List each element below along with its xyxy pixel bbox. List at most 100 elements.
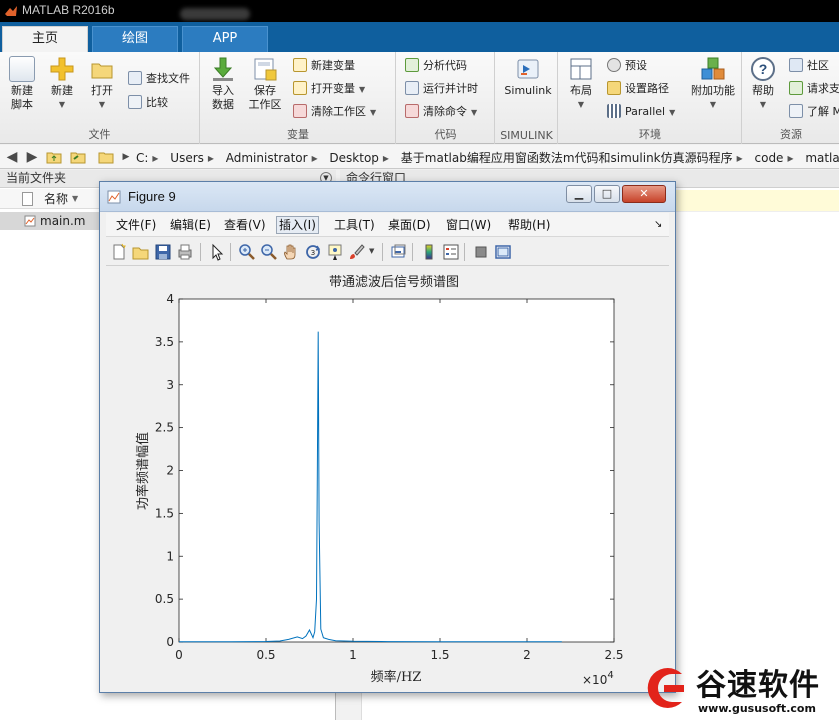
chevron-down-icon: ▼ [98,100,106,109]
x-tick-label: 2 [523,648,531,662]
open-variable-button[interactable]: 打开变量 ▼ [293,80,365,98]
close-button[interactable]: ✕ [622,185,666,203]
figure-title-bar[interactable]: Figure 9 ▁ □ ✕ [100,182,675,212]
y-tick-label: 2 [166,464,174,478]
y-axis-label: 功率频谱幅值 [135,432,151,510]
addons-button[interactable]: 附加功能 ▼ [687,56,739,112]
figure-menu-bar: 文件(F) 编辑(E) 查看(V) 插入(I) 工具(T) 桌面(D) 窗口(W… [106,213,669,237]
simulink-button[interactable]: Simulink [500,56,556,98]
rotate-3d-icon[interactable]: 3 [304,243,322,261]
open-file-icon[interactable] [132,243,150,261]
menu-tools[interactable]: 工具(T) [332,217,377,235]
ribbon-section-code: 分析代码 运行并计时 清除命令 ▼ 代码 [397,52,495,144]
file-type-icon [22,192,33,206]
run-and-time-button[interactable]: 运行并计时 [405,80,478,98]
section-label-environment: 环境 [639,128,661,141]
matlab-logo-icon [5,6,17,16]
spectrum-chart[interactable]: 带通滤波后信号频谱图 0 0.5 1 1.5 2 2.5 0 0.5 1 1.5 2 2.5 3 3.5… [106,268,669,688]
menu-view[interactable]: 查看(V) [222,217,268,235]
watermark-url: www.gususoft.com [698,702,816,715]
brush-dropdown-chevron-icon[interactable]: ▼ [369,247,374,255]
hide-plot-tools-icon[interactable] [472,243,490,261]
ribbon-section-environment: 布局 ▼ 预设 设置路径 Parallel ▼ 附加功能 ▼ 环境 [559,52,742,144]
pointer-arrow-icon[interactable] [208,243,226,261]
tab-apps[interactable]: APP [182,26,268,52]
brush-icon[interactable] [348,243,366,261]
figure-plot-area[interactable]: 带通滤波后信号频谱图 0 0.5 1 1.5 2 2.5 0 0.5 1 1.5 2 2.5 3 3.5… [106,268,669,688]
layout-icon [568,56,594,82]
new-button[interactable]: 新建 ▼ [42,56,82,112]
browse-folder-icon[interactable] [70,149,86,165]
print-icon[interactable] [176,243,194,261]
learn-matlab-button[interactable]: 了解 M [789,103,839,121]
menu-edit[interactable]: 编辑(E) [168,217,213,235]
preferences-button[interactable]: 预设 [607,57,647,75]
analyze-code-button[interactable]: 分析代码 [405,57,467,75]
find-files-button[interactable]: 查找文件 [128,70,190,88]
title-bar-blurred-region [180,8,250,20]
breadcrumb-item[interactable]: Desktop [329,151,379,165]
pan-hand-icon[interactable] [282,243,300,261]
simulink-icon [515,56,541,82]
menu-file[interactable]: 文件(F) [114,217,158,235]
show-plot-tools-icon[interactable] [494,243,512,261]
menubar-overflow-icon[interactable]: ↘ [652,217,664,235]
breadcrumb-item[interactable]: Administrator [226,151,308,165]
tab-plots[interactable]: 绘图 [92,26,178,52]
chevron-down-icon: ▼ [370,108,377,117]
zoom-in-icon[interactable] [238,243,256,261]
menu-insert[interactable]: 插入(I) [276,216,319,234]
community-button[interactable]: 社区 [789,57,829,75]
breadcrumb-separator-icon: ▸ [311,151,318,165]
new-script-button[interactable]: 新建 脚本 [2,56,42,112]
zoom-out-icon[interactable] [260,243,278,261]
ribbon-section-file: 新建 脚本 新建 ▼ 打开 ▼ 查找文件 比较 文件 [0,52,200,144]
toolbar-separator [200,243,201,261]
clear-commands-button[interactable]: 清除命令 ▼ [405,103,477,121]
data-cursor-icon[interactable] [326,243,344,261]
legend-icon[interactable] [442,243,460,261]
minimize-button[interactable]: ▁ [566,185,592,203]
set-path-icon [607,81,621,95]
menu-help[interactable]: 帮助(H) [506,217,552,235]
breadcrumb-chevron-icon: ▶ [122,152,130,162]
clear-workspace-label: 清除工作区 [311,105,366,118]
breadcrumb-item[interactable]: code [755,151,784,165]
import-data-button[interactable]: 导入 数据 [203,56,243,112]
up-folder-icon[interactable] [46,149,62,165]
maximize-button[interactable]: □ [594,185,620,203]
forward-arrow-icon[interactable]: ▶ [24,149,40,165]
new-figure-icon[interactable] [110,243,128,261]
help-button[interactable]: ? 帮助 ▼ [743,56,783,112]
colorbar-icon[interactable] [420,243,438,261]
clear-workspace-button[interactable]: 清除工作区 ▼ [293,103,376,121]
gear-icon [607,58,621,72]
menu-desktop[interactable]: 桌面(D) [386,217,433,235]
section-label-simulink: SIMULINK [500,129,553,142]
layout-button[interactable]: 布局 ▼ [561,56,601,112]
sort-chevron-icon: ▼ [72,194,79,203]
breadcrumb-item[interactable]: 基于matlab编程应用窗函数法m代码和simulink仿真源码程序 [401,151,733,165]
current-folder-address-bar: ◀ ▶ ▶ C: ▸ Users ▸ Administrator ▸ Desktop ▸… [0,145,839,169]
request-support-button[interactable]: 请求支 [789,80,839,98]
learn-label: 了解 M [807,105,839,118]
figure-window: Figure 9 ▁ □ ✕ 文件(F) 编辑(E) 查看(V) 插入(I) 工… [99,181,676,693]
back-arrow-icon[interactable]: ◀ [4,149,20,165]
parallel-button[interactable]: Parallel ▼ [607,103,675,121]
breadcrumb-item[interactable]: matlab [805,151,839,165]
save-icon[interactable] [154,243,172,261]
run-and-time-label: 运行并计时 [423,82,478,95]
open-button[interactable]: 打开 ▼ [82,56,122,112]
y-tick-label: 0 [166,635,174,649]
new-variable-button[interactable]: 新建变量 [293,57,355,75]
set-path-button[interactable]: 设置路径 [607,80,669,98]
menu-window[interactable]: 窗口(W) [444,217,493,235]
new-label: 新建 [51,84,73,97]
link-plot-icon[interactable] [390,243,408,261]
save-workspace-button[interactable]: 保存 工作区 [245,56,285,112]
chevron-down-icon: ▼ [669,108,676,117]
breadcrumb-item[interactable]: Users [170,151,204,165]
compare-button[interactable]: 比较 [128,94,168,112]
breadcrumb-item[interactable]: C: [136,151,148,165]
tab-home[interactable]: 主页 [2,26,88,52]
